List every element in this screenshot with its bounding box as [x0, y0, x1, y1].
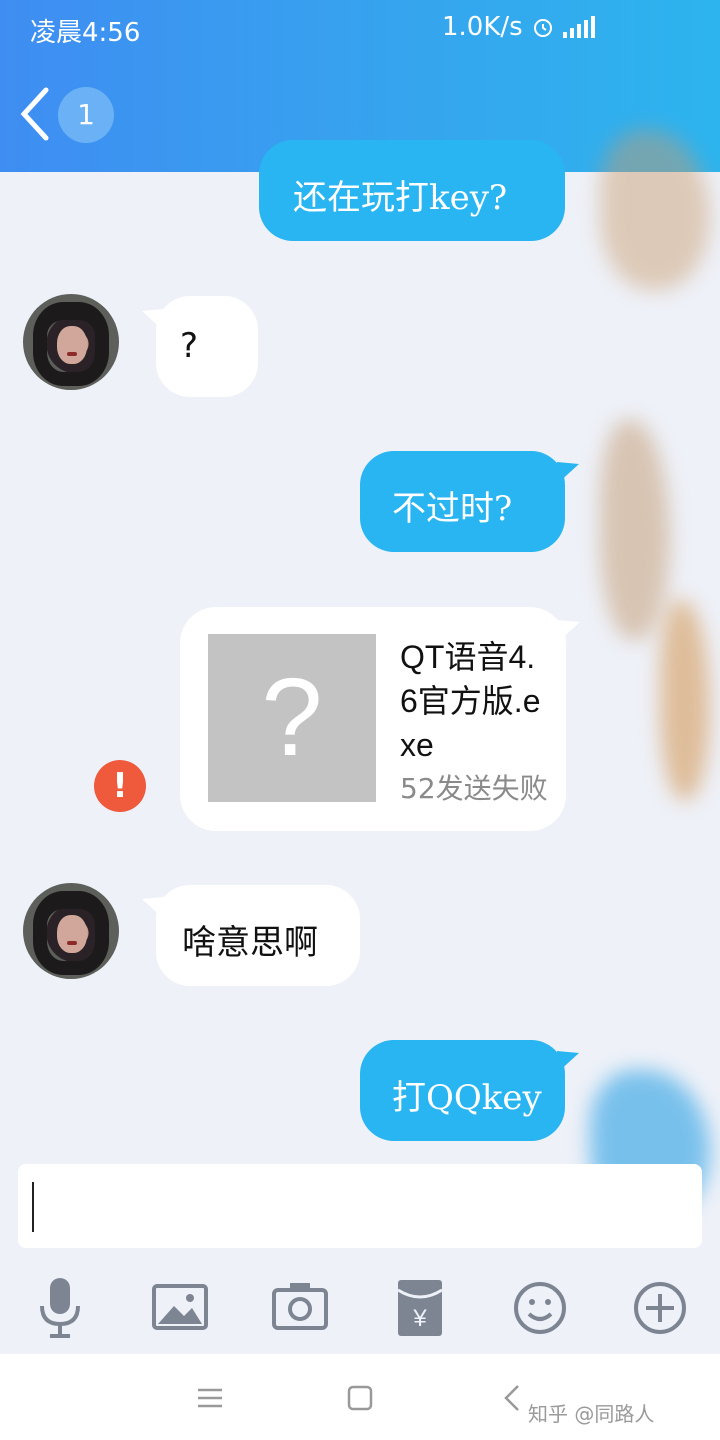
image-icon[interactable] — [150, 1272, 210, 1342]
file-message-card[interactable]: ? QT语音4.6官方版.exe 52发送失败 — [180, 607, 566, 831]
message-bubble-incoming[interactable]: 啥意思啊 — [156, 885, 360, 986]
status-right: 1.0K/s — [442, 12, 595, 42]
network-speed: 1.0K/s — [442, 12, 523, 42]
menu-icon[interactable] — [190, 1378, 230, 1418]
chevron-left-icon[interactable] — [14, 84, 58, 144]
watermark: 知乎 @同路人 — [528, 1402, 655, 1426]
message-bubble-outgoing[interactable]: 打QQkey — [360, 1040, 565, 1141]
system-nav-bar — [0, 1354, 720, 1440]
message-input[interactable] — [18, 1164, 702, 1248]
paint-stroke-decoration — [660, 600, 710, 800]
chat-toolbar: ¥ — [0, 1262, 720, 1354]
message-bubble-incoming[interactable]: ? — [156, 296, 258, 397]
text-caret — [32, 1182, 34, 1232]
file-status: 52发送失败 — [400, 772, 548, 805]
avatar[interactable] — [23, 883, 119, 979]
home-icon[interactable] — [340, 1378, 380, 1418]
signal-icon — [562, 16, 595, 38]
bubble-tail — [557, 462, 579, 484]
send-failed-icon[interactable]: ! — [94, 760, 146, 812]
microphone-icon[interactable] — [30, 1272, 90, 1342]
red-envelope-symbol: ¥ — [412, 1305, 427, 1332]
paint-stroke-decoration — [600, 420, 670, 640]
file-name: QT语音4.6官方版.exe — [400, 639, 541, 763]
message-text: 啥意思啊 — [182, 923, 318, 963]
status-time: 凌晨4:56 — [30, 18, 141, 48]
red-envelope-icon[interactable]: ¥ — [390, 1272, 450, 1342]
message-text: 还在玩打key? — [293, 178, 508, 218]
plus-icon[interactable] — [630, 1272, 690, 1342]
avatar[interactable] — [23, 294, 119, 390]
bubble-tail — [558, 620, 580, 642]
alarm-icon — [533, 19, 552, 37]
emoji-icon[interactable] — [510, 1272, 570, 1342]
unknown-file-icon: ? — [208, 634, 376, 802]
message-bubble-outgoing[interactable]: 还在玩打key? — [259, 140, 565, 241]
message-bubble-outgoing[interactable]: 不过时? — [360, 451, 565, 552]
message-text: 打QQkey — [392, 1078, 542, 1118]
camera-icon[interactable] — [270, 1272, 330, 1342]
message-text: 不过时? — [392, 489, 513, 529]
message-text: ? — [180, 326, 199, 366]
bubble-tail — [557, 1051, 579, 1073]
unread-count-badge[interactable]: 1 — [58, 87, 114, 143]
